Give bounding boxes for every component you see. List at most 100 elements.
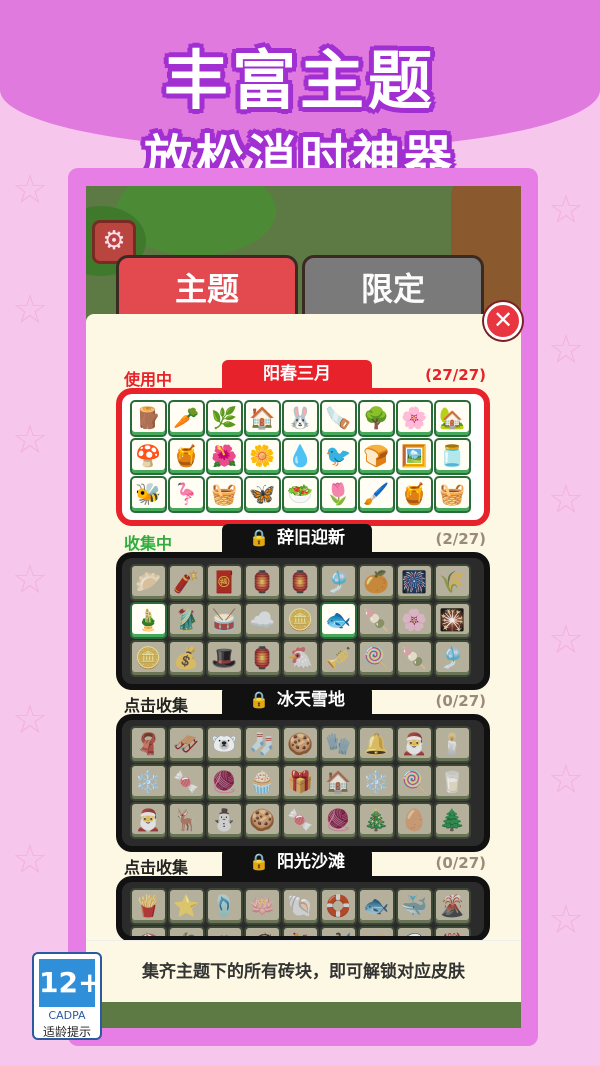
tile: 🥛	[434, 764, 471, 801]
tile: 🐦	[320, 438, 357, 475]
tile: 🧤	[320, 726, 357, 763]
tile: ⛄	[206, 802, 243, 839]
tile: 🐟	[320, 602, 357, 639]
tile: 🏮	[282, 564, 319, 601]
tile: 🧶	[320, 802, 357, 839]
tile: 🎇	[434, 602, 471, 639]
tile-grid[interactable]: 🥟 🧨 🧧 🏮 🏮 🎐 🍊 🎆 🌾 🎍 🥻 🥁 ☁️ 🪙 🐟 🍡 🌸 🎇 🪙 💰 🎩 🏮 🐔 🎺 🍭 🍡 🎐	[116, 552, 490, 690]
tile: 🌿	[206, 400, 243, 437]
section-title: 🔒 阳光沙滩	[222, 848, 372, 876]
tile: 🛷	[168, 726, 205, 763]
tile: 🖌️	[358, 476, 395, 513]
tile: 🍭	[358, 640, 395, 677]
close-icon: ✕	[492, 306, 514, 334]
star-icon: ☆	[12, 287, 48, 333]
tile: 🧺	[206, 476, 243, 513]
tile: 🧨	[168, 564, 205, 601]
section-title: 阳春三月	[222, 360, 372, 388]
close-button[interactable]: ✕	[484, 302, 522, 340]
tile: ❄️	[358, 764, 395, 801]
tile: 🎆	[396, 564, 433, 601]
tile: 🦋	[244, 476, 281, 513]
tile: 🧧	[206, 564, 243, 601]
tile: 🌷	[320, 476, 357, 513]
tile: 🏡	[434, 400, 471, 437]
unlock-hint: 集齐主题下的所有砖块，即可解锁对应皮肤	[86, 940, 521, 1002]
tile: 🍭	[396, 764, 433, 801]
tile: ☁️	[244, 602, 281, 639]
tile: 🌼	[244, 438, 281, 475]
star-icon: ☆	[548, 327, 584, 373]
tile: 🍡	[358, 602, 395, 639]
tile: 🐚	[282, 888, 319, 925]
star-icon: ☆	[12, 697, 48, 743]
section-status: 收集中	[124, 534, 173, 553]
tile: 🧦	[244, 726, 281, 763]
tile: 🎍	[130, 602, 167, 639]
tile: 🖼️	[396, 438, 433, 475]
tile: 🐟	[358, 888, 395, 925]
section-count: (0/27)	[435, 854, 486, 872]
star-icon: ☆	[548, 187, 584, 233]
tile: 🐝	[130, 476, 167, 513]
tile: 🦌	[168, 802, 205, 839]
tile: 🐻‍❄️	[206, 726, 243, 763]
tile: 🪙	[282, 602, 319, 639]
tile: 🥁	[206, 602, 243, 639]
tile: 🍟	[130, 888, 167, 925]
section-status[interactable]: 点击收集	[124, 692, 188, 716]
tile: 🎐	[320, 564, 357, 601]
star-icon: ☆	[548, 897, 584, 943]
tile: 🧣	[130, 726, 167, 763]
tile: 🌋	[434, 888, 471, 925]
tile: 🥗	[282, 476, 319, 513]
age-rating-org: CADPA	[48, 1009, 86, 1022]
section-count: (2/27)	[435, 530, 486, 548]
tab-theme[interactable]: 主题	[116, 255, 298, 317]
tile: 🍄	[130, 438, 167, 475]
tile: 🏠	[320, 764, 357, 801]
tile: 🪷	[244, 888, 281, 925]
tab-limited[interactable]: 限定	[302, 255, 484, 317]
lock-icon: 🔒	[249, 528, 269, 547]
star-icon: ☆	[12, 837, 48, 883]
age-rating-hint: 适龄提示	[42, 1025, 91, 1039]
tile: 🎄	[358, 802, 395, 839]
tile: 🥟	[130, 564, 167, 601]
section-status: 使用中	[124, 370, 173, 389]
tile: 🐳	[396, 888, 433, 925]
lock-icon: 🔒	[249, 690, 269, 709]
tile: 💰	[168, 640, 205, 677]
section-status[interactable]: 点击收集	[124, 854, 188, 878]
section-title: 🔒 冰天雪地	[222, 686, 372, 714]
tile: 🐔	[282, 640, 319, 677]
tile: 🌳	[358, 400, 395, 437]
tile: 🌸	[396, 602, 433, 639]
tile: 🩴	[206, 888, 243, 925]
tile: 🫙	[434, 438, 471, 475]
tile: 🌾	[434, 564, 471, 601]
section-title-text: 阳春三月	[263, 364, 331, 384]
star-icon: ☆	[548, 477, 584, 523]
tile: 🌸	[396, 400, 433, 437]
tile: 🐰	[282, 400, 319, 437]
star-icon: ☆	[548, 757, 584, 803]
tile: 🍯	[168, 438, 205, 475]
tile: 🎩	[206, 640, 243, 677]
section-count: (0/27)	[435, 692, 486, 710]
tile: 🦩	[168, 476, 205, 513]
tile-grid[interactable]: 🧣 🛷 🐻‍❄️ 🧦 🍪 🧤 🔔 🎅 🕯️ ❄️ 🍬 🧶 🧁 🎁 🏠 ❄️ 🍭 🥛 🎅 🦌 ⛄ 🍪 🍬 🧶 🎄 🥚 🌲	[116, 714, 490, 852]
tile: 🪵	[130, 400, 167, 437]
banner-title: 丰富主题	[164, 45, 436, 119]
tile: 🪚	[320, 400, 357, 437]
tile: 🧶	[206, 764, 243, 801]
tile-grid[interactable]: 🍟⭐🩴🪷🐚🛟🐟🐳🌋🏖️🌴🦀🥥🍹🏄🐠🌊🦞	[116, 876, 490, 942]
tile: 🍞	[358, 438, 395, 475]
section-title: 🔒 辞旧迎新	[222, 524, 372, 552]
tile-grid[interactable]: 🪵 🥕 🌿 🏠 🐰 🪚 🌳 🌸 🏡 🍄 🍯 🌺 🌼 💧 🐦 🍞 🖼️ 🫙 🐝 🦩 🧺 🦋 🥗 🌷 🖌️ 🍯 🧺	[116, 388, 490, 526]
section-count: (27/27)	[425, 366, 486, 384]
tile: 🪙	[130, 640, 167, 677]
gear-icon: ⚙	[102, 226, 126, 256]
tile: 🔔	[358, 726, 395, 763]
tile: 🎅	[396, 726, 433, 763]
